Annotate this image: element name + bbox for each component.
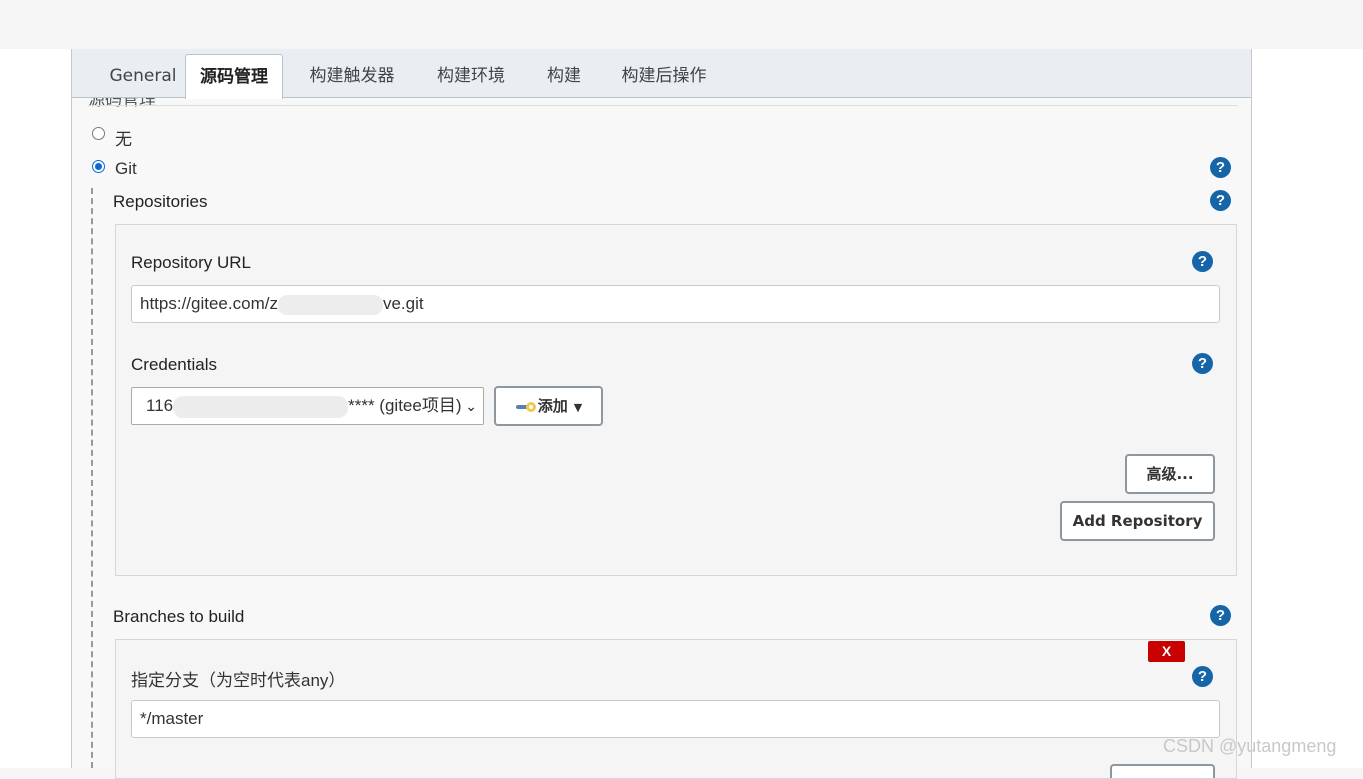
branch-specifier-label: 指定分支（为空时代表any） [131, 671, 346, 690]
git-options-guide [91, 188, 93, 768]
repositories-title: Repositories [113, 192, 208, 211]
chevron-down-icon: ⌄ [465, 398, 477, 414]
credentials-help-icon[interactable]: ? [1192, 353, 1213, 374]
tab-post-build[interactable]: 构建后操作 [608, 54, 720, 98]
redaction-blur [173, 395, 349, 418]
redaction-blur [277, 294, 383, 315]
key-icon [515, 401, 536, 412]
credentials-label: Credentials [131, 355, 217, 374]
branch-specifier-input[interactable]: */master [131, 700, 1220, 738]
credentials-select[interactable]: 116 **** (gitee项目) ⌄ [131, 387, 484, 425]
section-title: 源码管理 [88, 98, 156, 108]
repository-url-help-icon[interactable]: ? [1192, 251, 1213, 272]
add-credentials-button[interactable]: 添加 ▼ [494, 386, 603, 426]
scm-git-radio[interactable] [92, 160, 105, 173]
tab-build[interactable]: 构建 [535, 54, 593, 98]
credentials-value-end: **** (gitee项目) [348, 396, 462, 415]
config-panel: General 源码管理 构建触发器 构建环境 构建 构建后操作 源码管理 无 … [71, 49, 1252, 779]
repository-box: Repository URL ? https://gitee.com/z ve.g… [115, 224, 1237, 576]
scm-none-label: 无 [115, 130, 132, 149]
tab-build-environment[interactable]: 构建环境 [424, 54, 518, 98]
scm-none-radio[interactable] [92, 127, 105, 140]
section-separator [88, 105, 1238, 106]
repository-url-input[interactable]: https://gitee.com/z ve.git [131, 285, 1220, 323]
branches-help-icon[interactable]: ? [1210, 605, 1231, 626]
repository-url-label: Repository URL [131, 253, 251, 272]
repository-url-value-start: https://gitee.com/z [140, 294, 278, 313]
section-title-partial: 源码管理 [88, 98, 156, 108]
dropdown-caret-icon: ▼ [573, 401, 583, 414]
branches-title: Branches to build [113, 607, 245, 626]
add-credentials-label: 添加 [537, 397, 568, 415]
repository-url-value-end: ve.git [382, 294, 424, 313]
git-help-icon[interactable]: ? [1210, 157, 1231, 178]
partial-button[interactable] [1110, 764, 1215, 778]
top-bar [0, 0, 1363, 49]
scm-git-label: Git [115, 159, 137, 178]
advanced-button[interactable]: 高级... [1125, 454, 1215, 494]
page-background-right [1252, 49, 1363, 768]
tab-bar: General 源码管理 构建触发器 构建环境 构建 构建后操作 [72, 49, 1251, 99]
tab-build-triggers[interactable]: 构建触发器 [296, 54, 408, 98]
branch-specifier-help-icon[interactable]: ? [1192, 666, 1213, 687]
tab-general[interactable]: General [88, 54, 198, 98]
credentials-value-start: 116 [146, 396, 174, 415]
branch-box: X 指定分支（为空时代表any） ? */master [115, 639, 1237, 779]
watermark: CSDN @yutangmeng [1163, 736, 1337, 756]
delete-branch-button[interactable]: X [1148, 641, 1185, 662]
page-background-left [0, 49, 71, 768]
repositories-help-icon[interactable]: ? [1210, 190, 1231, 211]
add-repository-button[interactable]: Add Repository [1060, 501, 1215, 541]
tab-source-management[interactable]: 源码管理 [185, 54, 283, 99]
